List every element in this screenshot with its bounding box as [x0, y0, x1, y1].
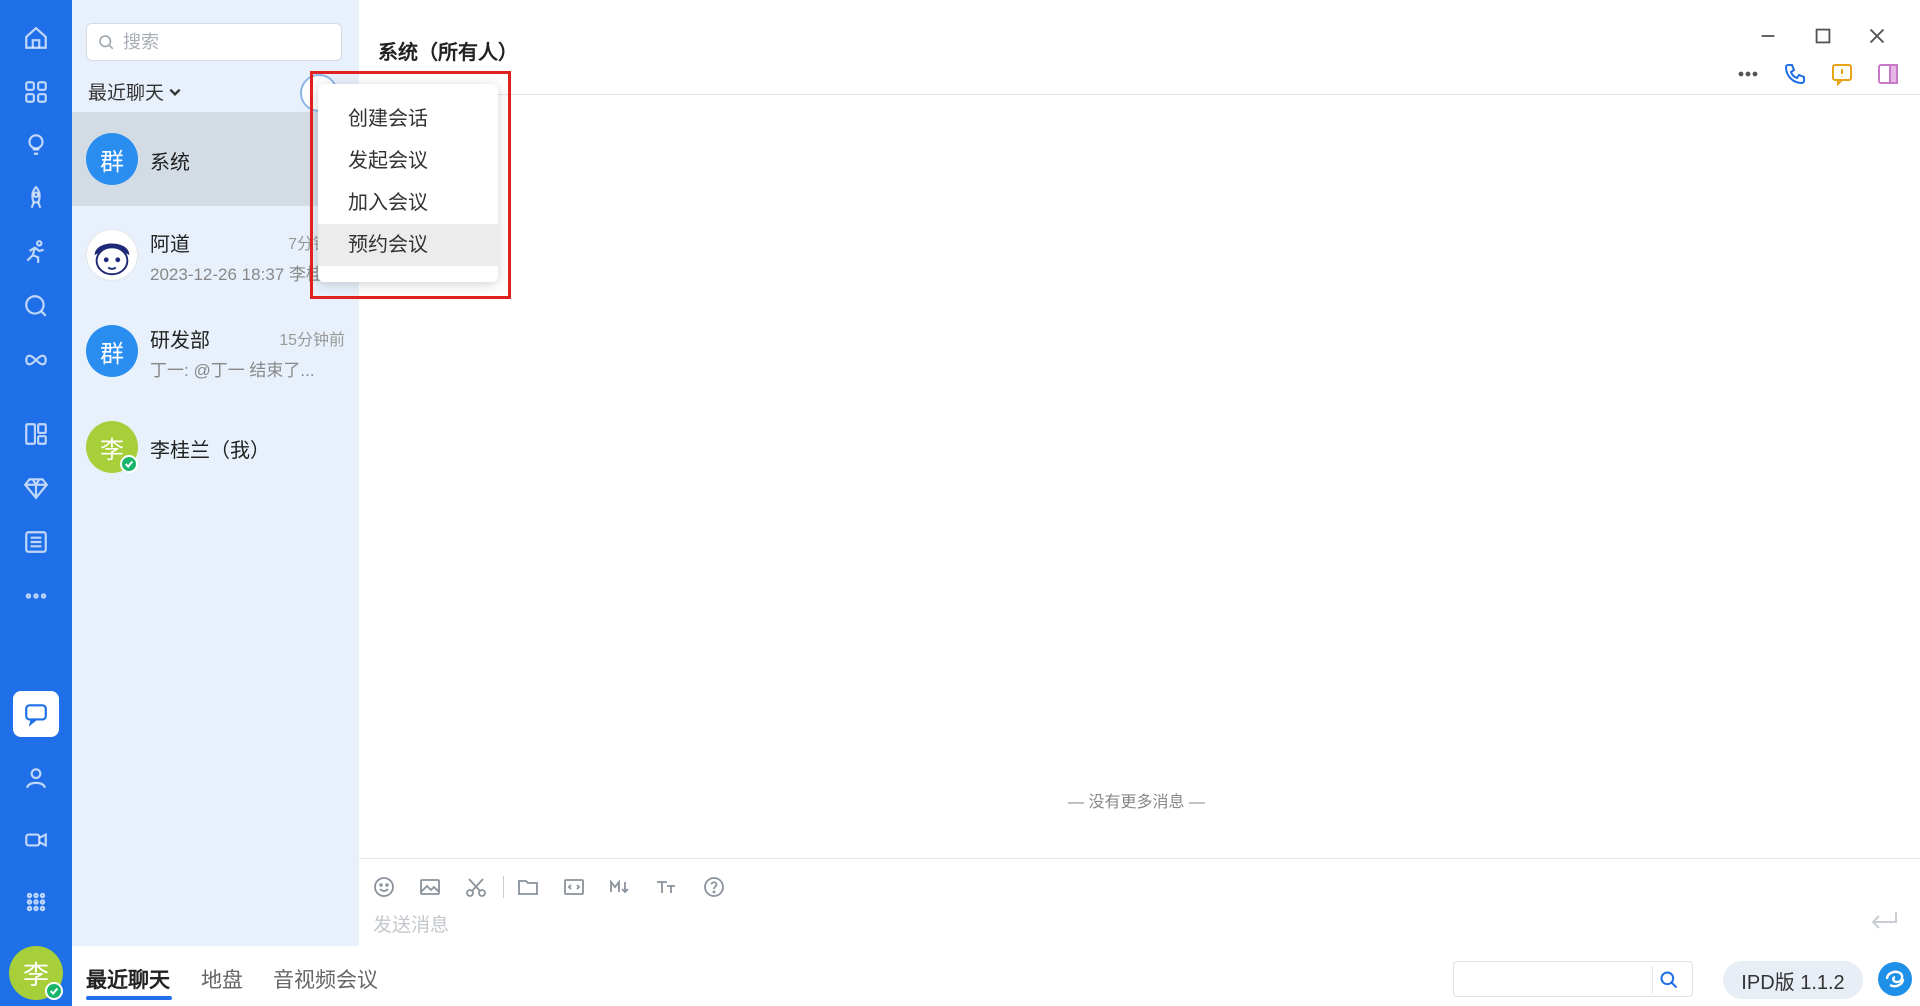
bottom-search-input[interactable]: [1454, 962, 1644, 996]
conversation-preview: 2023-12-26 18:37 李桂兰: [150, 265, 340, 284]
user-avatar: 李: [86, 421, 138, 473]
list-item[interactable]: 李 李桂兰（我）: [72, 400, 359, 494]
list-item[interactable]: 群 系统: [72, 112, 359, 206]
conversation-name: 阿道: [150, 234, 190, 256]
online-status-icon: [45, 982, 63, 1000]
home-icon[interactable]: [20, 22, 52, 54]
list-item[interactable]: 群 研发部 15分钟前 丁一: @丁一 结束了...: [72, 304, 359, 398]
search-icon[interactable]: [20, 290, 52, 322]
markdown-icon[interactable]: [608, 875, 634, 901]
search-box[interactable]: [86, 23, 342, 61]
message-input[interactable]: [373, 910, 1853, 942]
conversation-name: 李桂兰（我）: [150, 440, 270, 462]
code-icon[interactable]: [562, 875, 588, 901]
menu-item-join-meeting[interactable]: 加入会议: [318, 182, 498, 224]
search-icon[interactable]: [1652, 966, 1684, 994]
minimize-icon[interactable]: [1757, 25, 1781, 49]
avatar-text: 群: [100, 148, 124, 176]
folder-icon[interactable]: [516, 875, 542, 901]
emoji-icon[interactable]: [372, 875, 398, 901]
toolbar-separator: [503, 876, 504, 898]
conversation-name: 研发部: [150, 330, 210, 352]
cartoon-avatar: [86, 229, 138, 281]
more-icon[interactable]: [20, 580, 52, 612]
conversation-name: 系统: [150, 152, 190, 174]
conversation-time: 15分钟前: [279, 332, 345, 349]
group-avatar: 群: [86, 133, 138, 185]
create-menu-popup: 创建会话 发起会议 加入会议 预约会议: [318, 84, 498, 282]
tab-av-meeting[interactable]: 音视频会议: [273, 964, 378, 994]
help-icon[interactable]: [702, 875, 728, 901]
lightbulb-icon[interactable]: [20, 128, 52, 160]
maximize-icon[interactable]: [1812, 25, 1836, 49]
recent-filter-dropdown[interactable]: 最近聊天: [88, 78, 182, 105]
video-icon[interactable]: [20, 824, 52, 856]
diamond-icon[interactable]: [20, 472, 52, 504]
search-input[interactable]: [123, 31, 323, 53]
search-icon: [99, 35, 114, 50]
menu-item-start-meeting[interactable]: 发起会议: [318, 140, 498, 182]
menu-item-create-chat[interactable]: 创建会话: [318, 98, 498, 140]
tab-recent-chats[interactable]: 最近聊天: [86, 964, 170, 994]
image-icon[interactable]: [418, 875, 444, 901]
brand-logo-icon[interactable]: [1878, 962, 1912, 996]
header-divider: [359, 94, 1920, 95]
text-format-icon[interactable]: [654, 875, 680, 901]
more-icon[interactable]: [1736, 62, 1762, 88]
close-icon[interactable]: [1866, 25, 1890, 49]
conversation-preview: 丁一: @丁一 结束了...: [150, 361, 315, 380]
avatar[interactable]: 李: [9, 946, 63, 1000]
chat-icon[interactable]: [13, 691, 59, 737]
scissors-icon[interactable]: [464, 875, 490, 901]
apps-grid-icon[interactable]: [20, 76, 52, 108]
group-avatar: 群: [86, 325, 138, 377]
layout-icon[interactable]: [20, 418, 52, 450]
tab-disk[interactable]: 地盘: [201, 964, 243, 994]
composer-divider: [359, 858, 1920, 859]
chat-title: 系统（所有人）: [378, 42, 518, 64]
conversation-list-panel: 最近聊天 群 系统 阿道 7分钟前 2023-12-26 18:37 李桂兰 群: [72, 0, 359, 946]
list-item[interactable]: 阿道 7分钟前 2023-12-26 18:37 李桂兰: [72, 208, 359, 302]
phone-icon[interactable]: [1783, 62, 1809, 88]
recent-filter-label: 最近聊天: [88, 83, 165, 104]
no-more-messages: — 没有更多消息 —: [1068, 794, 1205, 811]
infinity-icon[interactable]: [20, 344, 52, 376]
bottom-search-box[interactable]: [1453, 961, 1693, 997]
active-tab-indicator: [86, 996, 172, 1000]
chevron-down-icon: [169, 88, 181, 96]
menu-item-schedule-meeting[interactable]: 预约会议: [318, 224, 498, 266]
version-badge: IPD版 1.1.2: [1723, 961, 1863, 999]
left-rail: 李: [0, 0, 72, 1006]
rocket-icon[interactable]: [20, 182, 52, 214]
online-status-icon: [120, 455, 138, 473]
app-grid-icon[interactable]: [20, 886, 52, 918]
avatar-text: 群: [100, 340, 124, 368]
alert-icon[interactable]: [1830, 62, 1856, 88]
user-icon[interactable]: [20, 762, 52, 794]
list-icon[interactable]: [20, 526, 52, 558]
cartoon-face-icon: [94, 243, 130, 276]
running-icon[interactable]: [20, 236, 52, 268]
send-enter-icon[interactable]: [1868, 908, 1902, 938]
sidebar-toggle-icon[interactable]: [1876, 62, 1902, 88]
